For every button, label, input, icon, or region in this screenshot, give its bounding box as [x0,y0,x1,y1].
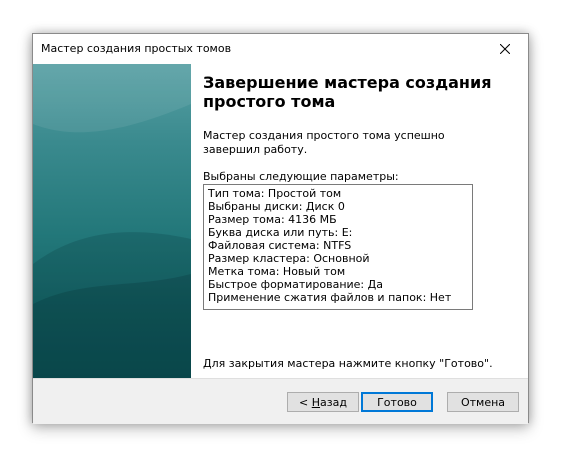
back-button-prefix: < [299,395,312,409]
param-line: Выбраны диски: Диск 0 [208,200,345,213]
window-title: Мастер создания простых томов [41,42,232,55]
param-line: Тип тома: Простой том [208,187,342,200]
params-summary-box[interactable]: Тип тома: Простой том Выбраны диски: Дис… [203,184,473,310]
title-bar: Мастер создания простых томов [33,34,528,64]
param-line: Быстрое форматирование: Да [208,278,383,291]
cancel-button[interactable]: Отмена [447,392,519,412]
wizard-window: Мастер создания простых томов Завершение… [32,33,529,424]
param-line: Метка тома: Новый том [208,265,346,278]
param-line: Применение сжатия файлов и папок: Нет [208,291,452,304]
wizard-sidebar-banner [33,64,191,378]
page-title: Завершение мастера создания простого том… [203,73,503,111]
params-label: Выбраны следующие параметры: [203,170,399,183]
finish-hint: Для закрытия мастера нажмите кнопку "Гот… [203,357,493,370]
param-line: Файловая система: NTFS [208,239,352,252]
button-bar: < Назад Готово Отмена [33,378,528,424]
param-line: Размер тома: 4136 МБ [208,213,337,226]
back-button-label: азад [320,395,347,409]
sidebar-wave-graphic [33,64,191,378]
close-button[interactable] [482,34,528,64]
back-button[interactable]: < Назад [287,392,359,412]
completion-description: Мастер создания простого тома успешно за… [203,129,445,156]
back-button-mnemonic: Н [311,395,321,409]
page-title-line-1: Завершение мастера создания [203,73,492,92]
page-title-line-2: простого тома [203,92,336,111]
close-icon [500,44,510,54]
wizard-content: Завершение мастера создания простого том… [191,64,528,378]
param-line: Размер кластера: Основной [208,252,370,265]
finish-button[interactable]: Готово [361,392,433,412]
param-line: Буква диска или путь: E: [208,226,353,239]
